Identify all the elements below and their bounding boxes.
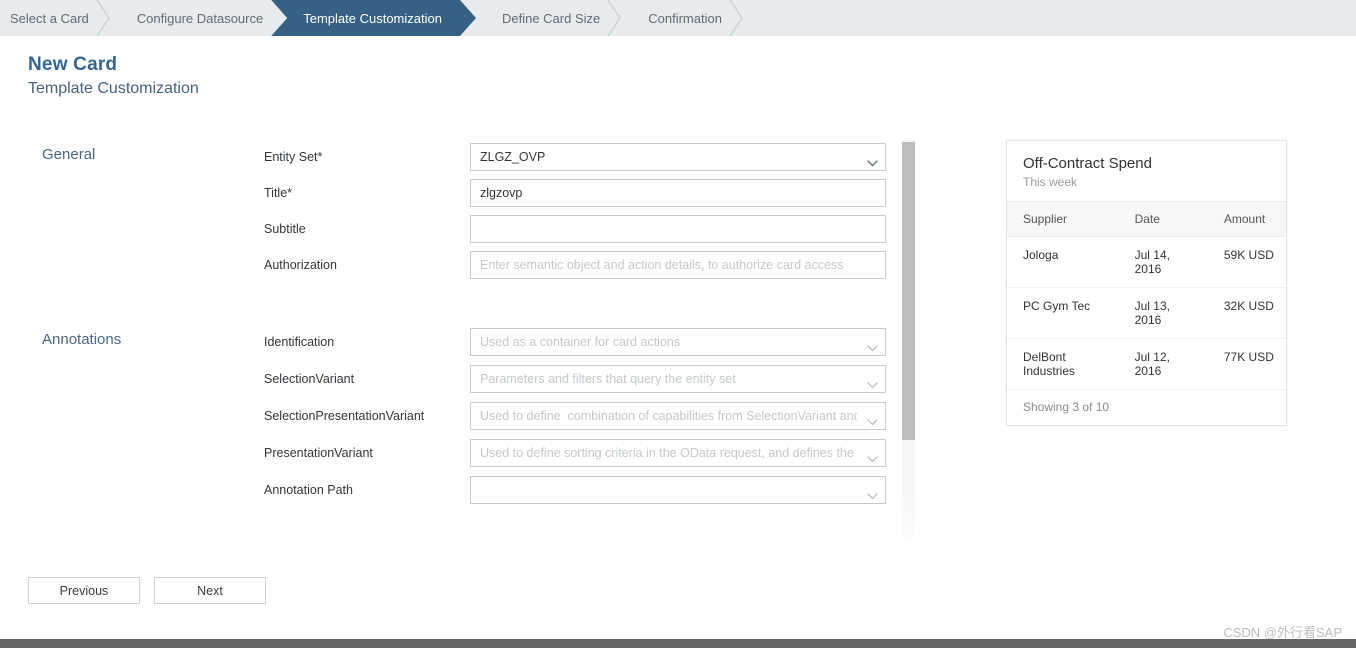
- footer-buttons: Previous Next: [28, 577, 266, 604]
- app-screen: Select a Card Configure Datasource Templ…: [0, 0, 1356, 648]
- previous-button[interactable]: Previous: [28, 577, 140, 604]
- cell-supplier: DelBont Industries: [1007, 338, 1119, 390]
- table-row[interactable]: Jologa Jul 14, 2016 59K USD: [1007, 236, 1286, 288]
- preview-card-header: Off-Contract Spend This week: [1007, 141, 1286, 202]
- field-control-title: [470, 179, 886, 207]
- wizard-step-configure-datasource[interactable]: Configure Datasource: [111, 0, 285, 36]
- cell-supplier: PC Gym Tec: [1007, 287, 1119, 339]
- subtitle-input[interactable]: [470, 215, 886, 243]
- table-header-row: Supplier Date Amount: [1007, 202, 1286, 237]
- form-area: General Annotations Entity Set* Title* S…: [0, 132, 940, 544]
- identification-input[interactable]: [470, 328, 886, 356]
- field-row-entity-set: Entity Set*: [264, 143, 886, 171]
- page-title: New Card: [28, 54, 118, 75]
- group-title-general: General: [42, 146, 96, 163]
- preview-card-title: Off-Contract Spend: [1023, 155, 1152, 172]
- page-heading: New Card Template Customization: [28, 54, 199, 98]
- field-label-subtitle: Subtitle: [264, 222, 306, 236]
- wizard-step-label: Template Customization: [303, 10, 442, 26]
- wizard-step-template-customization[interactable]: Template Customization: [271, 0, 476, 36]
- field-control-selection-variant: [470, 365, 886, 393]
- selection-presentation-variant-input[interactable]: [470, 402, 886, 430]
- table-row[interactable]: DelBont Industries Jul 12, 2016 77K USD: [1007, 338, 1286, 390]
- chevron-separator-icon: [727, 0, 745, 36]
- field-row-authorization: Authorization: [264, 251, 886, 279]
- wizard-step-label: Confirmation: [648, 10, 722, 26]
- selection-variant-input[interactable]: [470, 365, 886, 393]
- page-subtitle: Template Customization: [28, 80, 199, 97]
- field-row-subtitle: Subtitle: [264, 215, 886, 243]
- field-row-title: Title*: [264, 179, 886, 207]
- column-header-supplier: Supplier: [1007, 202, 1119, 237]
- group-title-annotations: Annotations: [42, 331, 122, 348]
- preview-card-footer: Showing 3 of 10: [1023, 400, 1110, 414]
- cell-date: Jul 12, 2016: [1118, 338, 1208, 390]
- preview-card: Off-Contract Spend This week Supplier Da…: [1006, 140, 1287, 426]
- field-label-presentation-variant: PresentationVariant: [264, 446, 373, 460]
- next-button[interactable]: Next: [154, 577, 266, 604]
- chevron-separator-icon: [605, 0, 623, 36]
- field-row-selection-variant: SelectionVariant: [264, 365, 886, 393]
- column-header-date: Date: [1118, 202, 1208, 237]
- field-control-identification: [470, 328, 886, 356]
- wizard-step-label: Select a Card: [10, 10, 89, 26]
- field-control-presentation-variant: [470, 439, 886, 467]
- field-label-title: Title*: [264, 186, 293, 200]
- wizard-step-confirmation[interactable]: Confirmation: [622, 0, 744, 36]
- field-label-entity-set: Entity Set*: [264, 150, 323, 164]
- wizard-step-define-card-size[interactable]: Define Card Size: [476, 0, 622, 36]
- field-label-identification: Identification: [264, 335, 335, 349]
- field-row-annotation-path: Annotation Path: [264, 476, 886, 504]
- table-row[interactable]: PC Gym Tec Jul 13, 2016 32K USD: [1007, 287, 1286, 339]
- cell-amount: 77K USD: [1207, 338, 1286, 390]
- field-label-annotation-path: Annotation Path: [264, 483, 353, 497]
- wizard-step-bar: Select a Card Configure Datasource Templ…: [0, 0, 1356, 36]
- title-input[interactable]: [470, 179, 886, 207]
- field-control-subtitle: [470, 215, 886, 243]
- entity-set-input[interactable]: [470, 143, 886, 171]
- preview-card-table: Supplier Date Amount Jologa Jul 14, 2016…: [1007, 202, 1286, 390]
- field-control-annotation-path: [470, 476, 886, 504]
- wizard-step-select-a-card[interactable]: Select a Card: [0, 0, 111, 36]
- column-header-amount: Amount: [1207, 202, 1286, 237]
- wizard-step-label: Configure Datasource: [136, 10, 264, 26]
- form-scrollbar-thumb[interactable]: [902, 142, 915, 440]
- authorization-input[interactable]: [470, 251, 886, 279]
- field-control-entity-set: [470, 143, 886, 171]
- field-label-selection-variant: SelectionVariant: [264, 372, 355, 386]
- field-row-identification: Identification: [264, 328, 886, 356]
- wizard-step-label: Define Card Size: [501, 10, 601, 26]
- field-row-selection-presentation-variant: SelectionPresentationVariant: [264, 402, 886, 430]
- cell-amount: 59K USD: [1207, 236, 1286, 288]
- cell-amount: 32K USD: [1207, 287, 1286, 339]
- field-control-selection-presentation-variant: [470, 402, 886, 430]
- field-row-presentation-variant: PresentationVariant: [264, 439, 886, 467]
- field-label-authorization: Authorization: [264, 258, 337, 272]
- preview-card-subtitle: This week: [1023, 175, 1078, 189]
- field-control-authorization: [470, 251, 886, 279]
- annotation-path-input[interactable]: [470, 476, 886, 504]
- cell-supplier: Jologa: [1007, 236, 1119, 288]
- cell-date: Jul 14, 2016: [1118, 236, 1208, 288]
- field-label-selection-presentation-variant: SelectionPresentationVariant: [264, 409, 425, 423]
- bottom-bar: [0, 639, 1356, 648]
- presentation-variant-input[interactable]: [470, 439, 886, 467]
- chevron-separator-icon: [94, 0, 112, 36]
- cell-date: Jul 13, 2016: [1118, 287, 1208, 339]
